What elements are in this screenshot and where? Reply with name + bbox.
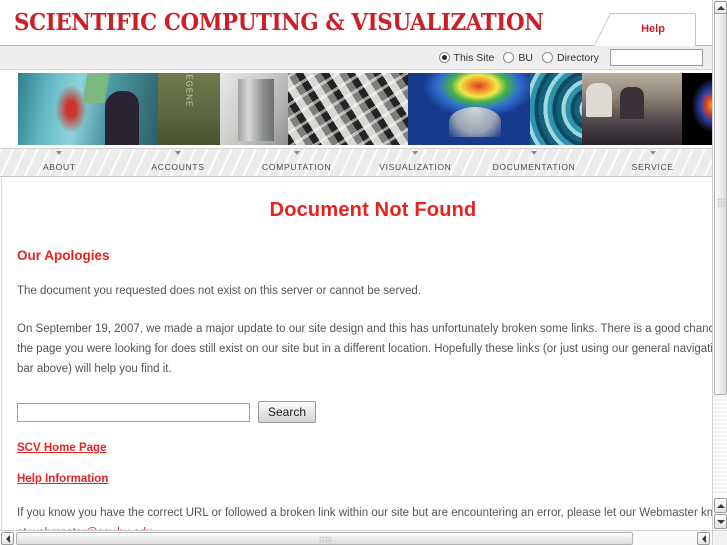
paragraph-webmaster: If you know you have the correct URL or … xyxy=(17,503,712,530)
nav-item-label: COMPUTATION xyxy=(262,162,332,172)
browser-page: SCIENTIFIC COMPUTING & VISUALIZATION Hel… xyxy=(0,0,727,545)
chevron-down-icon xyxy=(412,151,419,155)
banner-image-audience-3d-glasses xyxy=(582,73,682,145)
link-help-information[interactable]: Help Information xyxy=(17,473,712,485)
site-title: SCIENTIFIC COMPUTING & VISUALIZATION xyxy=(14,9,544,36)
chevron-down-icon xyxy=(293,151,300,155)
arrow-left-icon xyxy=(701,534,706,543)
search-input[interactable] xyxy=(17,402,250,422)
paragraph-document-missing: The document you requested does not exis… xyxy=(17,285,422,297)
nav-item-service[interactable]: SERVICE xyxy=(593,149,712,176)
banner-image-flame-visualization xyxy=(682,73,712,145)
site-header: SCIENTIFIC COMPUTING & VISUALIZATION Hel… xyxy=(0,0,712,46)
vertical-scrollbar-thumb[interactable] xyxy=(714,10,727,395)
banner-image-server-room xyxy=(220,73,288,145)
document-search-row: Search xyxy=(17,401,712,423)
radio-icon-this-site[interactable] xyxy=(438,52,450,63)
arrow-up-icon xyxy=(716,503,725,508)
scroll-up-button-bottom[interactable] xyxy=(714,498,727,513)
search-scope-label: This Site xyxy=(453,51,495,64)
chevron-down-icon xyxy=(175,151,181,155)
banner-image-bluegene-rack xyxy=(158,73,220,145)
search-scope-group: This Site BU Directory xyxy=(438,51,603,64)
scrollbar-corner xyxy=(712,530,727,545)
paragraph-site-update: On September 19, 2007, we made a major u… xyxy=(17,323,712,375)
nav-item-computation[interactable]: COMPUTATION xyxy=(237,149,356,176)
chevron-down-icon xyxy=(649,151,656,155)
grip-icon xyxy=(318,536,332,543)
site-search-bar: This Site BU Directory xyxy=(0,46,712,70)
nav-item-label: SERVICE xyxy=(631,162,674,172)
help-tab[interactable]: Help xyxy=(594,13,696,46)
apologies-heading: Our Apologies xyxy=(17,248,110,263)
nav-item-label: VISUALIZATION xyxy=(379,162,452,172)
banner-wrap xyxy=(0,70,712,148)
scroll-left-button-end[interactable] xyxy=(697,532,710,545)
main-navigation: ABOUT ACCOUNTS COMPUTATION VISUALIZATION… xyxy=(0,148,712,177)
vertical-scrollbar[interactable] xyxy=(712,0,727,530)
search-scope-directory[interactable]: Directory xyxy=(541,51,599,64)
scroll-down-button[interactable] xyxy=(714,514,727,529)
banner-image-cluster-blades xyxy=(288,73,408,145)
scroll-up-button[interactable] xyxy=(714,1,727,14)
radio-icon-bu[interactable] xyxy=(503,52,515,63)
arrow-down-icon xyxy=(716,519,725,524)
nav-item-about[interactable]: ABOUT xyxy=(0,149,119,176)
page-title: Document Not Found xyxy=(269,199,477,221)
main-content: Document Not Found Our Apologies The doc… xyxy=(1,177,712,530)
banner-image-strip xyxy=(18,73,712,145)
nav-item-label: DOCUMENTATION xyxy=(492,162,576,172)
banner-image-fluid-swirl xyxy=(530,73,582,145)
horizontal-scrollbar[interactable] xyxy=(0,530,727,545)
horizontal-scrollbar-thumb[interactable] xyxy=(16,532,633,545)
banner-image-cfd-simulation xyxy=(408,73,530,145)
search-scope-label: BU xyxy=(518,51,533,64)
help-tab-label: Help xyxy=(641,23,665,35)
nav-item-documentation[interactable]: DOCUMENTATION xyxy=(475,149,594,176)
nav-item-label: ACCOUNTS xyxy=(151,162,205,172)
chevron-down-icon xyxy=(531,151,538,155)
link-scv-home-page[interactable]: SCV Home Page xyxy=(17,442,712,454)
search-scope-this-site[interactable]: This Site xyxy=(438,51,495,64)
grip-icon xyxy=(717,197,726,208)
scroll-left-button[interactable] xyxy=(1,532,14,545)
nav-item-visualization[interactable]: VISUALIZATION xyxy=(356,149,475,176)
nav-item-accounts[interactable]: ACCOUNTS xyxy=(119,149,238,176)
radio-icon-directory[interactable] xyxy=(541,52,553,63)
search-button[interactable]: Search xyxy=(258,401,317,423)
nav-item-label: ABOUT xyxy=(42,162,76,172)
page-viewport: SCIENTIFIC COMPUTING & VISUALIZATION Hel… xyxy=(0,0,712,530)
search-scope-bu[interactable]: BU xyxy=(503,52,533,64)
chevron-down-icon xyxy=(56,151,63,155)
banner-image-medical-visualization xyxy=(18,73,158,145)
arrow-left-icon xyxy=(5,534,10,543)
arrow-up-icon xyxy=(716,5,725,10)
site-search-input[interactable] xyxy=(610,49,703,66)
search-scope-label: Directory xyxy=(556,51,599,64)
